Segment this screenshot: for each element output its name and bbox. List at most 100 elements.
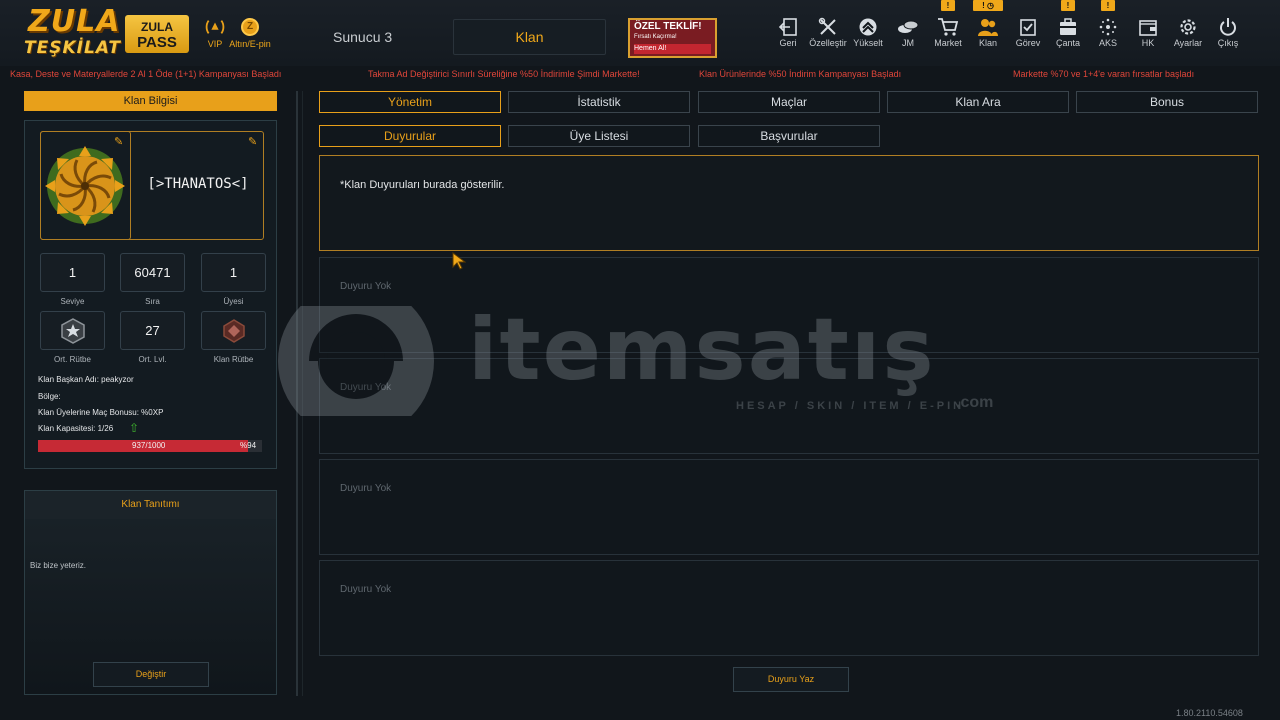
announcement-empty: Duyuru Yok [340, 281, 392, 292]
tab-matches[interactable]: Maçlar [698, 91, 880, 113]
stat-label: Ort. Rütbe [54, 355, 91, 364]
ticker-item[interactable]: Markette %70 ve 1+4'e varan fırsatlar ba… [1013, 69, 1194, 79]
clan-leader: Klan Başkan Adı: peakyzor [38, 375, 134, 384]
coins-icon [888, 16, 928, 38]
tab-statistics[interactable]: İstatistik [508, 91, 690, 113]
nav-label: Geri [779, 38, 797, 48]
nav-label: HK [1141, 38, 1155, 48]
nav-label: Yükselt [853, 38, 883, 48]
notification-badge: ! [1101, 0, 1115, 11]
power-icon [1208, 16, 1248, 38]
upgrade-icon [848, 16, 888, 38]
edit-emblem-icon[interactable]: ✎ [114, 135, 123, 148]
ticker-item[interactable]: Kasa, Deste ve Materyallerde 2 Al 1 Öde … [10, 69, 281, 79]
nav-tasks[interactable]: Görev [1008, 16, 1048, 48]
vip-label: VIP [207, 39, 223, 49]
subtab-announcements[interactable]: Duyurular [319, 125, 501, 147]
cart-icon [928, 16, 968, 38]
nav-label: Özelleştir [809, 38, 847, 48]
logo-text-teskilat: TEŞKİLAT [24, 38, 121, 58]
nav-label: Market [934, 38, 962, 48]
gear-icon [1168, 16, 1208, 38]
nav-hk[interactable]: HK [1128, 16, 1168, 48]
gold-epin-button[interactable]: Z Altın/E-pin [228, 17, 272, 49]
announcement-slot [319, 459, 1259, 555]
edit-name-icon[interactable]: ✎ [248, 135, 257, 148]
logo-text-zula: ZULA [28, 4, 121, 39]
mouse-cursor-icon [452, 252, 466, 270]
nav-settings[interactable]: Ayarlar [1168, 16, 1208, 48]
clan-region: Bölge: [38, 392, 61, 401]
watermark-suffix: .com [956, 394, 994, 411]
vip-button[interactable]: VIP [202, 17, 228, 49]
back-icon [768, 16, 808, 38]
nav-aks[interactable]: ! AKS [1088, 0, 1128, 48]
stat-level: 1 [40, 253, 105, 292]
clan-promo-text: Biz bize yeteriz. [30, 561, 87, 570]
stat-label: Ort. Lvl. [138, 355, 167, 364]
section-title: Klan [453, 19, 606, 55]
announcement-empty: Duyuru Yok [340, 584, 392, 595]
stat-avg-level: 27 [120, 311, 185, 350]
upgrade-arrow-icon[interactable]: ⇧ [129, 421, 139, 435]
pass-label-2: PASS [137, 34, 177, 51]
clan-icon [968, 16, 1008, 38]
stat-label: Üyesi [223, 297, 244, 306]
announcement-info-text: *Klan Duyuruları burada gösterilir. [340, 179, 505, 191]
change-button[interactable]: Değiştir [93, 662, 209, 687]
watermark-tagline: HESAP / SKIN / ITEM / E-PIN [736, 400, 965, 412]
nav-label: Çanta [1055, 38, 1081, 48]
nav-clan[interactable]: ! ◷ Klan [968, 0, 1008, 48]
vip-laurel-icon [205, 17, 225, 37]
tab-clan-search[interactable]: Klan Ara [887, 91, 1069, 113]
announcement-info-box [319, 155, 1259, 251]
watermark: itemsatış HESAP / SKIN / ITEM / E-PIN .c… [268, 300, 1018, 416]
stat-label: Sıra [145, 297, 160, 306]
ticker-item[interactable]: Klan Ürünlerinde %50 İndirim Kampanyası … [699, 69, 901, 79]
aks-icon [1088, 16, 1128, 38]
nav-exit[interactable]: Çıkış [1208, 16, 1248, 48]
stat-label: Klan Rütbe [213, 355, 254, 364]
bag-icon [1048, 16, 1088, 38]
stat-label: Seviye [60, 297, 85, 306]
clan-emblem-icon [45, 146, 125, 226]
pass-label-1: ZULA [141, 20, 173, 34]
tab-bonus[interactable]: Bonus [1076, 91, 1258, 113]
server-label: Sunucu 3 [333, 29, 393, 45]
ticker-item[interactable]: Takma Ad Değiştirici Sınırlı Süreliğine … [368, 69, 640, 79]
clan-capacity: Klan Kapasitesi: 1/26 [38, 424, 114, 433]
nav-jm[interactable]: JM [888, 16, 928, 48]
nav-back[interactable]: Geri [768, 16, 808, 48]
clan-promo-title: Klan Tanıtımı [25, 491, 276, 519]
nav-customize[interactable]: Özelleştir [808, 16, 848, 48]
zula-logo: ZULA TEŞKİLAT [22, 6, 120, 60]
version-label: 1.80.2110.54608 [1176, 708, 1243, 718]
rank-star-icon [60, 318, 85, 344]
nav-label: Klan [978, 38, 997, 48]
tab-management[interactable]: Yönetim [319, 91, 501, 113]
nav-label: Görev [1015, 38, 1041, 48]
subtab-applications[interactable]: Başvurular [698, 125, 880, 147]
wallet-icon [1128, 16, 1168, 38]
offer-subtitle: Fırsatı Kaçırma! [634, 34, 677, 40]
offer-cta: Hemen Al! [634, 44, 711, 54]
xp-percent: %94 [240, 441, 257, 450]
nav-market[interactable]: ! Market [928, 0, 968, 48]
stat-clan-rank [201, 311, 266, 350]
nav-label: Ayarlar [1173, 38, 1203, 48]
nav-upgrade[interactable]: Yükselt [848, 16, 888, 48]
clan-name: [>THANATOS<] [147, 176, 249, 192]
clan-match-bonus: Klan Üyelerine Maç Bonusu: %0XP [38, 408, 164, 417]
nav-label: AKS [1098, 38, 1117, 48]
stat-avg-rank [40, 311, 105, 350]
clan-info-header: Klan Bilgisi [24, 91, 277, 111]
write-announcement-button[interactable]: Duyuru Yaz [733, 667, 849, 692]
subtab-member-list[interactable]: Üye Listesi [508, 125, 690, 147]
announcement-slot [319, 560, 1259, 656]
watermark-brand: itemsatış [468, 300, 936, 400]
special-offer-button[interactable]: ÖZEL TEKLİF! Fırsatı Kaçırma! Hemen Al! [628, 18, 717, 58]
gold-label: Altın/E-pin [229, 39, 271, 49]
zula-pass-button[interactable]: ZULA PASS [125, 15, 189, 53]
nav-bag[interactable]: ! Çanta [1048, 0, 1088, 48]
offer-title: ÖZEL TEKLİF! [634, 21, 702, 32]
